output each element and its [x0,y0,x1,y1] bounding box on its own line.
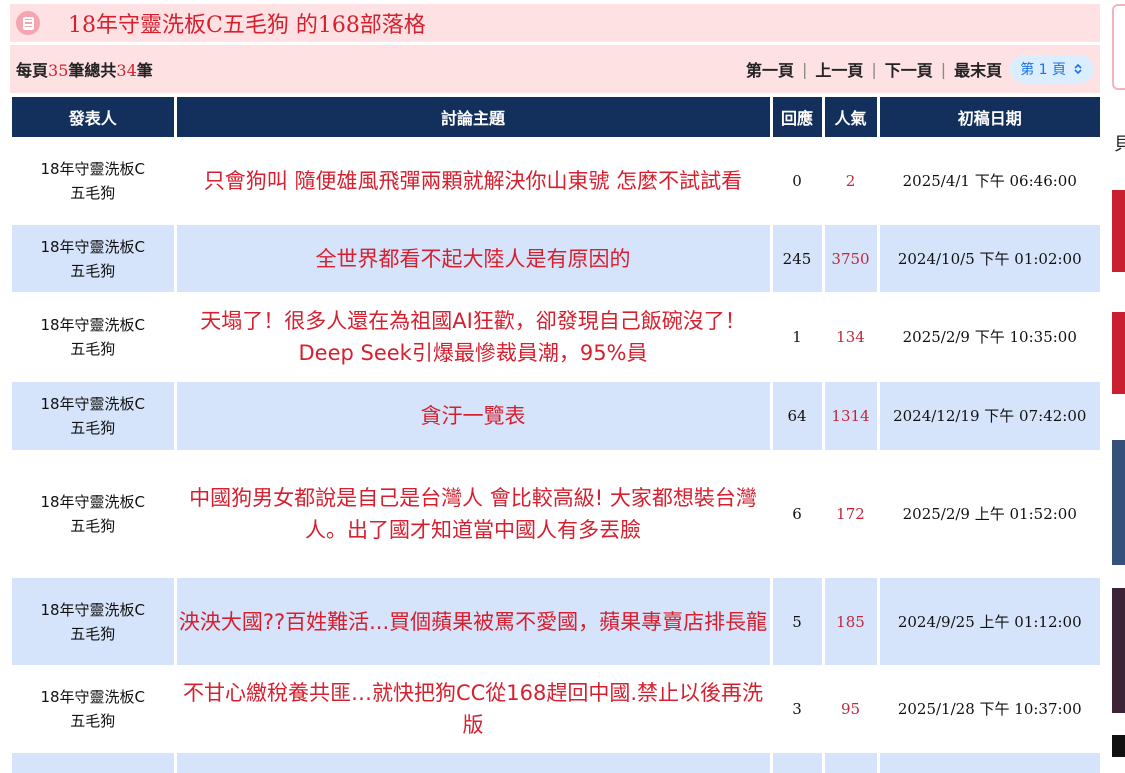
post-date: 2025/1/28 下午 10:37:00 [876,665,1100,753]
sidebar-thumbnail[interactable] [1112,190,1125,272]
poster-cell[interactable]: 18年守靈洗板C 五毛狗 [12,382,175,450]
topic-link[interactable]: 貪汙一覽表 [173,382,771,450]
poster-name: 18年守靈洗板C [40,600,146,619]
poster-name: 五毛狗 [70,184,116,202]
poster-name: 五毛狗 [70,517,116,535]
sidebar-heading-glyph: 貝 [1114,134,1125,155]
poster-name: 18年守靈洗板C [40,688,146,706]
poster-name: 18年守靈洗板C [40,316,146,334]
table-row: 18年守靈洗板C 五毛狗 貪汙一覽表 64 1314 2024/12/19 下午 … [12,382,1100,450]
poster-cell[interactable]: 18年守靈洗板C 五毛狗 [12,225,175,292]
separator: | [871,59,877,79]
page-title: 18年守靈洗板C五毛狗 的168部落格 [68,13,426,38]
sidebar-thumbnail[interactable] [1112,440,1125,565]
topic-cell [173,753,771,773]
topic-link[interactable]: 中國狗男女都說是自己是台灣人 會比較高級! 大家都想裝台灣人。出了國才知道當中國… [173,450,771,578]
poster-name: 18年守靈洗板C [40,395,146,413]
prev-page-link[interactable]: 上一頁 [813,57,865,81]
first-page-link[interactable]: 第一頁 [744,57,796,81]
poster-cell[interactable]: 18年守靈洗板C 五毛狗 [12,450,175,578]
page-select-value: 第 1 頁 [1020,62,1066,78]
topic-link[interactable]: 不甘心繳稅養共匪…就快把狗CC從168趕回中國.禁止以後再洗版 [173,665,771,753]
total-suffix: 筆 [136,61,153,80]
poster-cell[interactable]: 18年守靈洗板C 五毛狗 [12,665,175,753]
table-row: 18年守靈洗板C 五毛狗 只會狗叫 隨便雄風飛彈兩顆就解決你山東號 怎麼不試試看 … [12,137,1100,225]
blog-title-bar: 18年守靈洗板C五毛狗 的168部落格 [10,4,1100,42]
topic-link[interactable]: 只會狗叫 隨便雄風飛彈兩顆就解決你山東號 怎麼不試試看 [173,137,771,225]
pagination-nav: 第一頁 | 上一頁 | 下一頁 | 最末頁 第 1 頁 [744,55,1094,83]
table-row [12,753,1100,773]
post-date: 2025/4/1 下午 06:46:00 [876,137,1100,225]
poster-cell[interactable]: 18年守靈洗板C 五毛狗 [12,292,175,382]
topic-link[interactable]: 全世界都看不起大陸人是有原因的 [173,225,771,292]
chevron-updown-icon [1074,63,1082,75]
poster-cell[interactable]: 18年守靈洗板C 五毛狗 [12,578,175,665]
reply-count: 1 [769,292,823,382]
pagination-summary: 每頁35筆總共34筆 [16,57,153,81]
post-date [876,753,1100,773]
reply-count [769,753,823,773]
per-page-count: 35 [48,61,69,80]
post-date: 2025/2/9 上午 01:52:00 [876,450,1100,578]
poster-name: 五毛狗 [70,419,116,437]
table-header-row: 發表人 討論主題 回應 人氣 初稿日期 [12,97,1100,137]
sidebar-thumbnail[interactable] [1112,588,1125,713]
column-header-date[interactable]: 初稿日期 [876,97,1100,137]
column-header-replies[interactable]: 回應 [769,97,823,137]
post-date: 2025/2/9 下午 10:35:00 [876,292,1100,382]
poster-name: 五毛狗 [70,340,116,358]
hit-count: 185 [821,578,878,665]
sidebar-card-edge[interactable] [1112,4,1125,90]
hit-count [821,753,878,773]
page-select-dropdown[interactable]: 第 1 頁 [1010,55,1094,83]
table-row: 18年守靈洗板C 五毛狗 不甘心繳稅養共匪…就快把狗CC從168趕回中國.禁止以後… [12,665,1100,753]
topic-table: 發表人 討論主題 回應 人氣 初稿日期 18年守靈洗板C 五毛狗 只會狗叫 隨便雄… [12,97,1100,773]
reply-count: 0 [769,137,823,225]
poster-name: 18年守靈洗板C [40,237,146,256]
sidebar-thumbnail[interactable] [1112,312,1125,394]
poster-name: 18年守靈洗板C [40,493,146,511]
separator: | [940,59,947,79]
hit-count: 3750 [821,225,878,292]
reply-count: 245 [769,225,823,292]
document-icon [16,11,40,35]
separator: | [801,59,808,79]
post-date: 2024/12/19 下午 07:42:00 [876,382,1100,450]
last-page-link[interactable]: 最末頁 [952,57,1004,81]
hit-count: 134 [821,292,878,382]
poster-cell[interactable]: 18年守靈洗板C 五毛狗 [12,137,175,225]
post-date: 2024/9/25 上午 01:12:00 [876,578,1100,665]
reply-count: 3 [769,665,823,753]
table-row: 18年守靈洗板C 五毛狗 天塌了！很多人還在為祖國AI狂歡，卻發現自己飯碗沒了！D… [12,292,1100,382]
total-prefix: 筆總共 [68,61,117,80]
topic-link[interactable]: 天塌了！很多人還在為祖國AI狂歡，卻發現自己飯碗沒了！Deep Seek引爆最慘… [173,292,771,382]
column-header-poster[interactable]: 發表人 [12,97,175,137]
right-sidebar-edge: 貝 [1108,0,1125,757]
table-row: 18年守靈洗板C 五毛狗 泱泱大國??百姓難活...買個蘋果被罵不愛國，蘋果專賣店… [12,578,1100,665]
poster-name: 五毛狗 [70,624,116,643]
sidebar-thumbnail[interactable] [1112,735,1125,757]
per-page-prefix: 每頁 [16,61,49,80]
table-row: 18年守靈洗板C 五毛狗 全世界都看不起大陸人是有原因的 245 3750 202… [12,225,1100,292]
next-page-link[interactable]: 下一頁 [883,57,935,81]
hit-count: 2 [821,137,878,225]
poster-cell [12,753,175,773]
column-header-hits[interactable]: 人氣 [821,97,878,137]
table-row: 18年守靈洗板C 五毛狗 中國狗男女都說是自己是台灣人 會比較高級! 大家都想裝台… [12,450,1100,578]
hit-count: 172 [821,450,878,578]
reply-count: 6 [769,450,823,578]
poster-name: 18年守靈洗板C [40,160,146,178]
poster-name: 五毛狗 [70,261,116,280]
hit-count: 1314 [821,382,878,450]
reply-count: 5 [769,578,823,665]
topic-link[interactable]: 泱泱大國??百姓難活...買個蘋果被罵不愛國，蘋果專賣店排長龍 [173,578,771,665]
post-date: 2024/10/5 下午 01:02:00 [876,225,1100,292]
hit-count: 95 [821,665,878,753]
total-count: 34 [116,61,137,80]
reply-count: 64 [769,382,823,450]
pagination-bar: 每頁35筆總共34筆 第一頁 | 上一頁 | 下一頁 | 最末頁 第 1 頁 [10,45,1100,93]
column-header-subject[interactable]: 討論主題 [173,97,771,137]
poster-name: 五毛狗 [70,712,116,730]
